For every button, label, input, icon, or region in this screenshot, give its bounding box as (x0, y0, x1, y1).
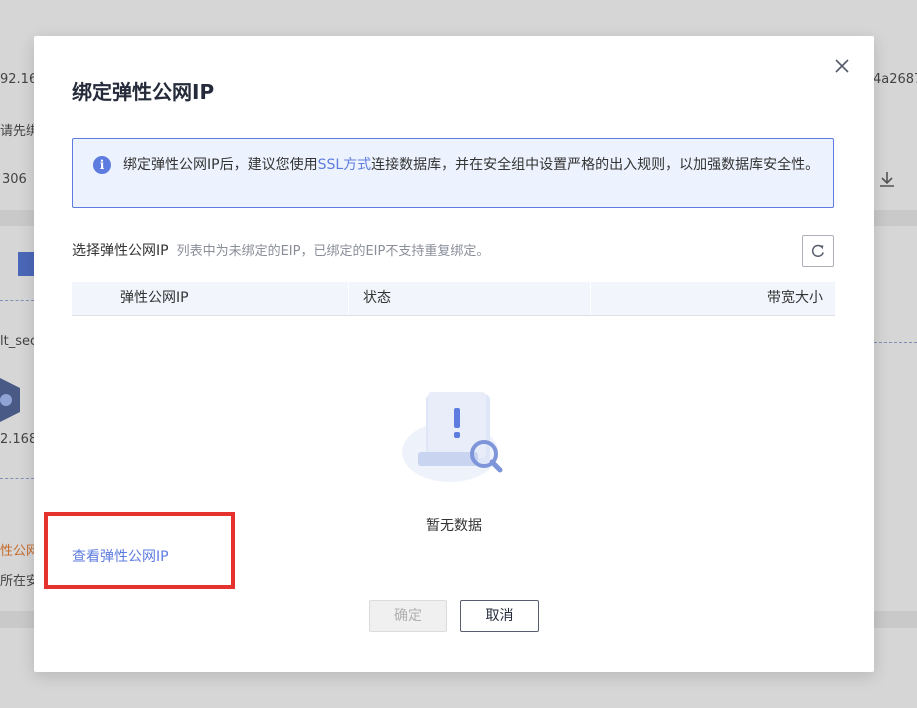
ssl-link[interactable]: SSL方式 (318, 157, 372, 173)
background-text: lt_sec (0, 334, 38, 349)
refresh-button[interactable] (802, 235, 834, 267)
eip-table-header: 弹性公网IP 状态 带宽大小 (72, 282, 835, 316)
close-button[interactable] (832, 56, 852, 76)
close-icon (835, 59, 849, 73)
background-divider (0, 300, 34, 301)
info-alert: i 绑定弹性公网IP后，建议您使用SSL方式连接数据库，并在安全组中设置严格的出… (72, 138, 834, 208)
column-header-bandwidth[interactable]: 带宽大小 (767, 282, 823, 315)
alert-message: 绑定弹性公网IP后，建议您使用SSL方式连接数据库，并在安全组中设置严格的出入规… (123, 154, 823, 176)
column-divider (590, 282, 591, 315)
confirm-button[interactable]: 确定 (369, 600, 447, 632)
background-text: 2.168 (0, 432, 38, 447)
dialog-title: 绑定弹性公网IP (72, 80, 215, 104)
background-tab-indicator (18, 252, 34, 276)
background-divider (874, 342, 917, 343)
highlight-annotation-box (44, 512, 235, 589)
select-eip-hint: 列表中为未绑定的EIP，已绑定的EIP不支持重复绑定。 (176, 244, 490, 259)
background-text: 4a2687 (873, 72, 917, 87)
bind-eip-dialog: 绑定弹性公网IP i 绑定弹性公网IP后，建议您使用SSL方式连接数据库，并在安… (34, 36, 874, 672)
alert-text-after: 连接数据库，并在安全组中设置严格的出入规则，以加强数据库安全性。 (371, 157, 820, 173)
alert-text-before: 绑定弹性公网IP后，建议您使用 (123, 157, 318, 173)
refresh-icon (811, 244, 824, 257)
background-text: 92.16 (0, 72, 38, 87)
background-text: 306 (2, 172, 27, 187)
cancel-button[interactable]: 取消 (460, 600, 539, 632)
column-divider (348, 282, 349, 315)
column-header-status[interactable]: 状态 (363, 282, 391, 315)
background-divider (0, 478, 34, 479)
select-eip-label: 选择弹性公网IP (72, 243, 169, 259)
background-node-icon (0, 378, 20, 422)
info-icon: i (93, 156, 111, 174)
column-header-eip[interactable]: 弹性公网IP (120, 282, 189, 315)
empty-data-icon (402, 392, 503, 482)
download-icon[interactable] (878, 170, 896, 188)
select-eip-row: 选择弹性公网IP 列表中为未绑定的EIP，已绑定的EIP不支持重复绑定。 (72, 240, 489, 260)
